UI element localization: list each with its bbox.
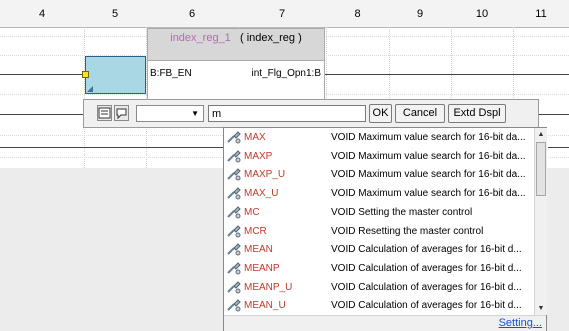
instruction-description: VOID Calculation of averages for 16-bit … [331,262,522,274]
instruction-icon [227,131,241,144]
scroll-up-icon[interactable]: ▲ [535,128,547,141]
autocomplete-footer: Setting... [224,315,546,331]
instruction-name: MEANP [244,262,280,274]
list-item[interactable]: MAX VOID Maximum value search for 16-bit … [224,129,534,147]
ladder-wire [0,114,85,115]
ladder-wire [0,147,224,148]
fb-input-label: B:FB_EN [150,68,192,79]
setting-link[interactable]: Setting... [499,317,542,329]
column-header-11: 11 [513,0,569,28]
instruction-description: VOID Maximum value search for 16-bit da.… [331,169,526,181]
list-item[interactable]: MAXP_U VOID Maximum value search for 16-b… [224,166,534,184]
instruction-tool-icon[interactable] [97,105,112,121]
scroll-down-icon[interactable]: ▼ [535,302,547,315]
instruction-icon [227,243,241,256]
column-header-4: 4 [0,0,85,28]
column-header-8: 8 [326,0,390,28]
instruction-icon [227,280,241,294]
instruction-name: MEAN [244,244,273,256]
list-item[interactable]: MEAN_U VOID Calculation of averages for 1… [224,297,534,315]
fb-type-name: ( index_reg ) [239,32,302,44]
instruction-name: MEANP_U [244,281,293,293]
instruction-icon [227,149,241,163]
instruction-description: VOID Calculation of averages for 16-bit … [331,244,522,256]
instruction-input[interactable] [208,105,366,122]
column-header-10: 10 [451,0,514,28]
ladder-wire [548,147,569,148]
function-block-header[interactable]: index_reg_1 ( index_reg ) [147,28,325,61]
cancel-button[interactable]: Cancel [395,104,445,123]
instruction-icon [227,262,241,275]
selected-cell[interactable] [85,56,146,94]
fb-instance-name: index_reg_1 [170,32,231,44]
instruction-description: VOID Calculation of averages for 16-bit … [331,281,522,293]
instruction-name: MCR [244,225,267,237]
instruction-name: MAX_U [244,188,279,200]
instruction-name: MAXP_U [244,169,286,181]
ladder-wire [538,114,569,115]
instruction-description: VOID Maximum value search for 16-bit da.… [331,188,526,200]
column-header-9: 9 [389,0,452,28]
connection-point-icon [82,71,89,78]
column-header-6: 6 [146,0,239,28]
chevron-down-icon: ▼ [191,109,199,118]
list-item[interactable]: MEANP VOID Calculation of averages for 16… [224,260,534,278]
column-header-7: 7 [238,0,327,28]
function-block-body[interactable]: B:FB_EN int_Flg_Opn1:B [147,61,325,101]
ok-button[interactable]: OK [369,104,392,123]
corner-marker-icon [87,86,93,92]
comment-tool-icon[interactable] [114,105,129,121]
instruction-description: VOID Maximum value search for 16-bit da.… [331,132,526,143]
instruction-input-bar: ▼ OK Cancel Extd Dspl [83,99,539,128]
instruction-name: MAXP [244,150,273,162]
instruction-icon [227,187,241,200]
instruction-name: MAX [244,132,266,143]
instruction-description: VOID Setting the master control [331,206,473,218]
extended-display-button[interactable]: Extd Dspl [448,104,506,123]
instruction-icon [227,299,241,312]
instruction-description: VOID Resetting the master control [331,225,484,237]
list-item[interactable]: MEANP_U VOID Calculation of averages for … [224,279,534,297]
list-item[interactable]: MEAN VOID Calculation of averages for 16-… [224,241,534,259]
instruction-description: VOID Maximum value search for 16-bit da.… [331,150,526,162]
instruction-type-dropdown[interactable]: ▼ [136,105,204,122]
instruction-icon [227,206,241,219]
instruction-icon [227,224,241,238]
list-item[interactable]: MC VOID Setting the master control [224,204,534,222]
list-item[interactable]: MCR VOID Resetting the master control [224,223,534,241]
instruction-description: VOID Calculation of averages for 16-bit … [331,300,522,312]
list-item[interactable]: MAX_U VOID Maximum value search for 16-bi… [224,185,534,203]
list-item[interactable]: MAXP VOID Maximum value search for 16-bit… [224,148,534,166]
instruction-icon [227,168,241,181]
instruction-name: MEAN_U [244,300,286,312]
instruction-name: MC [244,206,260,218]
fb-output-label: int_Flg_Opn1:B [251,68,322,79]
ladder-wire [0,74,84,75]
scrollbar-thumb[interactable] [536,142,546,196]
scrollbar[interactable]: ▲ ▼ [534,128,547,315]
ladder-wire [325,74,569,75]
column-header-5: 5 [84,0,147,28]
autocomplete-list: MAX VOID Maximum value search for 16-bit … [223,127,547,331]
